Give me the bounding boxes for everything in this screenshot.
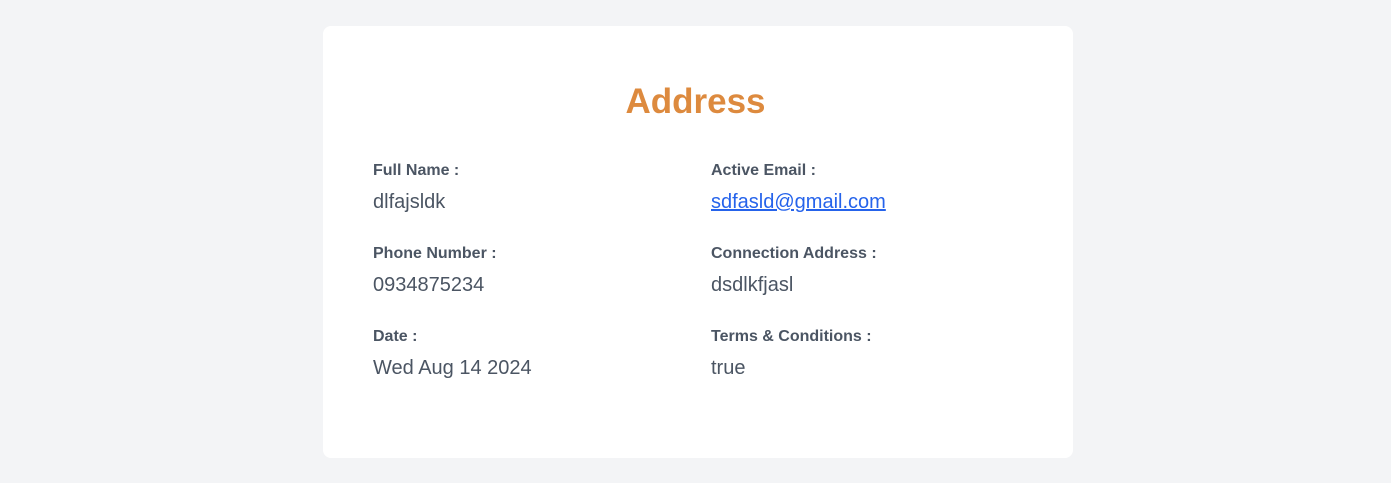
phone-number-value: 0934875234 — [373, 274, 485, 296]
full-name-value: dlfajsldk — [373, 191, 446, 213]
connection-address-value: dsdlkfjasl — [711, 274, 794, 296]
terms-label: Terms & Conditions : — [711, 328, 872, 345]
date-value: Wed Aug 14 2024 — [373, 357, 532, 379]
terms-field: Terms & Conditions : true — [711, 327, 872, 380]
date-field: Date : Wed Aug 14 2024 — [373, 327, 532, 380]
phone-number-field: Phone Number : 0934875234 — [373, 244, 497, 297]
connection-address-label: Connection Address : — [711, 245, 877, 262]
connection-address-field: Connection Address : dsdlkfjasl — [711, 244, 877, 297]
active-email-value-wrapper: sdfasld@gmail.com — [711, 190, 886, 214]
terms-value: true — [711, 357, 746, 379]
active-email-field: Active Email : sdfasld@gmail.com — [711, 161, 886, 214]
full-name-field: Full Name : dlfajsldk — [373, 161, 459, 214]
phone-number-label: Phone Number : — [373, 245, 497, 262]
active-email-label: Active Email : — [711, 162, 816, 179]
full-name-label: Full Name : — [373, 162, 460, 179]
page-title: Address — [625, 82, 766, 121]
active-email-link[interactable]: sdfasld@gmail.com — [711, 191, 886, 213]
date-label: Date : — [373, 328, 418, 345]
